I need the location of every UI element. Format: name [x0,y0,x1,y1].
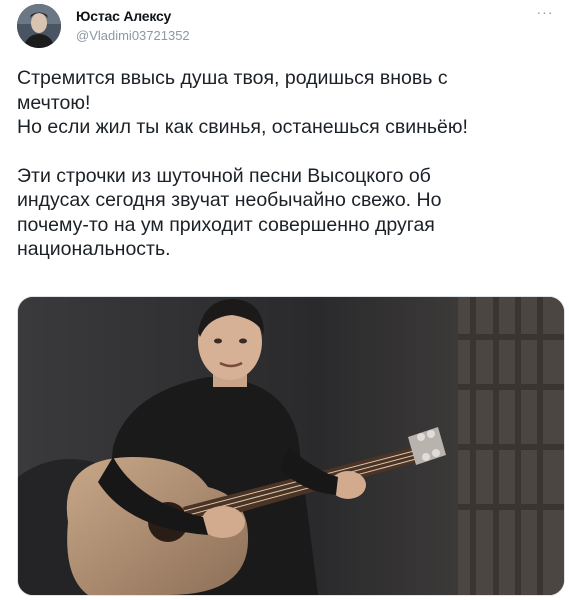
author-name[interactable]: Юстас Алексу [76,8,171,24]
tweet-card: Юстас Алексу @Vladimi03721352 ··· Стреми… [0,0,569,600]
avatar[interactable] [17,4,61,48]
tweet-line: Стремится ввысь душа твоя, родишься внов… [17,67,448,89]
tweet-line: индусах сегодня звучат необычайно свежо.… [17,189,442,211]
tweet-text: Стремится ввысь душа твоя, родишься внов… [17,66,557,262]
tweet-line: мечтою! [17,91,91,114]
tweet-media[interactable] [17,296,565,596]
tweet-line: почему-то на ум приходит совершенно друг… [17,213,435,236]
photo-man-with-guitar-icon [18,297,564,595]
tweet-line: Но если жил ты как свинья, останешься св… [17,116,468,138]
author-handle[interactable]: @Vladimi03721352 [76,28,190,43]
tweet-line: Эти строчки из шуточной песни Высоцкого … [17,164,431,187]
more-horizontal-icon[interactable]: ··· [535,4,555,20]
tweet-line: национальность. [17,238,171,260]
avatar-photo-icon [17,4,61,48]
